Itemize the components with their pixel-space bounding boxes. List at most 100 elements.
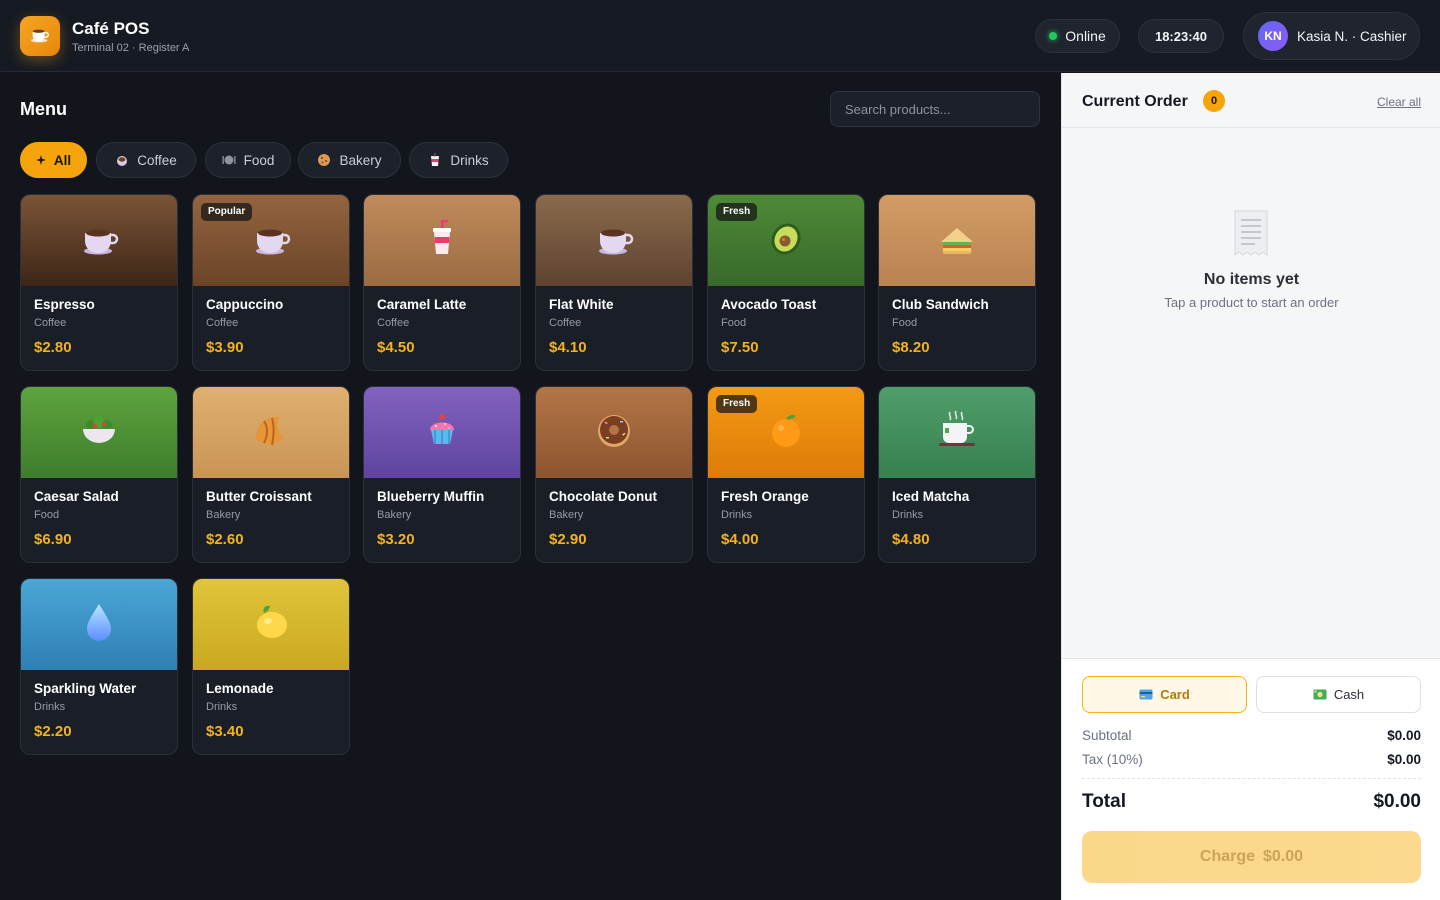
product-name: Club Sandwich bbox=[892, 297, 989, 312]
sparkle-icon bbox=[35, 155, 46, 165]
product-price: $3.90 bbox=[206, 339, 244, 356]
product-card-sparkling-water[interactable]: Sparkling Water Drinks $2.20 bbox=[20, 578, 178, 755]
cupcake-icon bbox=[422, 410, 462, 455]
category-coffee[interactable]: Coffee bbox=[96, 142, 196, 178]
total-label: Total bbox=[1082, 791, 1126, 812]
product-category: Food bbox=[34, 509, 60, 521]
category-drinks[interactable]: Drinks bbox=[409, 142, 508, 178]
product-name: Avocado Toast bbox=[721, 297, 817, 312]
product-price: $3.20 bbox=[377, 531, 415, 548]
product-card-iced-matcha[interactable]: Iced Matcha Drinks $4.80 bbox=[878, 386, 1036, 563]
product-name: Iced Matcha bbox=[892, 489, 970, 504]
charge-button[interactable]: Charge $0.00 bbox=[1082, 831, 1421, 883]
product-price: $4.80 bbox=[892, 531, 930, 548]
product-name: Butter Croissant bbox=[206, 489, 312, 504]
category-all[interactable]: All bbox=[20, 142, 87, 178]
product-card-blueberry-muffin[interactable]: Blueberry Muffin Bakery $3.20 bbox=[363, 386, 521, 563]
cash-icon bbox=[1313, 689, 1327, 700]
product-price: $2.20 bbox=[34, 723, 72, 740]
user-name: Kasia N. · Cashier bbox=[1297, 28, 1407, 44]
product-price: $3.40 bbox=[206, 723, 244, 740]
product-card-avocado-toast[interactable]: Fresh Avocado Toast Food $7.50 bbox=[707, 194, 865, 371]
order-count-badge: 0 bbox=[1203, 90, 1225, 112]
product-card-cappuccino[interactable]: Popular Cappuccino Coffee $3.90 bbox=[192, 194, 350, 371]
clear-all-button[interactable]: Clear all bbox=[1377, 95, 1421, 109]
receipt-icon bbox=[1231, 209, 1271, 262]
order-header: Current Order 0 Clear all bbox=[1062, 73, 1440, 128]
terminal-label: Terminal 02 · Register A bbox=[72, 42, 190, 54]
product-card-espresso[interactable]: Espresso Coffee $2.80 bbox=[20, 194, 178, 371]
product-card-club-sandwich[interactable]: Club Sandwich Food $8.20 bbox=[878, 194, 1036, 371]
empty-state-subtitle: Tap a product to start an order bbox=[1164, 295, 1339, 310]
plate-icon bbox=[222, 153, 236, 167]
product-name: Lemonade bbox=[206, 681, 274, 696]
order-summary: Card Cash Subtotal $0.00 Tax (10%) $0.00… bbox=[1062, 658, 1440, 900]
category-label: Bakery bbox=[339, 152, 382, 168]
product-price: $2.90 bbox=[549, 531, 587, 548]
donut-icon bbox=[594, 410, 634, 455]
top-bar: Café POS Terminal 02 · Register A Online… bbox=[0, 0, 1440, 72]
tea-cup-icon bbox=[935, 408, 979, 457]
product-price: $2.60 bbox=[206, 531, 244, 548]
category-food[interactable]: Food bbox=[205, 142, 291, 178]
product-card-caesar-salad[interactable]: Caesar Salad Food $6.90 bbox=[20, 386, 178, 563]
product-category: Coffee bbox=[34, 317, 67, 329]
online-dot-icon bbox=[1049, 32, 1058, 40]
lemon-icon bbox=[250, 601, 292, 648]
product-price: $4.00 bbox=[721, 531, 759, 548]
product-price: $8.20 bbox=[892, 339, 930, 356]
product-card-flat-white[interactable]: Flat White Coffee $4.10 bbox=[535, 194, 693, 371]
product-name: Chocolate Donut bbox=[549, 489, 657, 504]
tax-label: Tax (10%) bbox=[1082, 752, 1143, 767]
product-category: Coffee bbox=[549, 317, 582, 329]
water-drop-icon bbox=[79, 600, 119, 649]
product-category: Bakery bbox=[549, 509, 584, 521]
product-name: Fresh Orange bbox=[721, 489, 809, 504]
search-input[interactable] bbox=[830, 91, 1040, 127]
takeaway-cup-icon bbox=[422, 218, 462, 263]
salad-icon bbox=[78, 409, 120, 456]
orange-icon bbox=[766, 410, 806, 455]
coffee-cup-icon bbox=[594, 218, 634, 263]
category-label: Drinks bbox=[450, 152, 489, 168]
product-price: $2.80 bbox=[34, 339, 72, 356]
user-menu[interactable]: KN Kasia N. · Cashier bbox=[1243, 12, 1420, 60]
product-card-caramel-latte[interactable]: Caramel Latte Coffee $4.50 bbox=[363, 194, 521, 371]
app-title: Café POS bbox=[72, 19, 150, 38]
product-category: Bakery bbox=[377, 509, 412, 521]
credit-card-icon bbox=[1139, 689, 1153, 700]
coffee-cup-icon bbox=[79, 218, 119, 263]
order-panel: Current Order 0 Clear all No items yet T… bbox=[1061, 73, 1440, 900]
product-category: Drinks bbox=[206, 701, 238, 713]
category-label: Food bbox=[243, 152, 275, 168]
product-price: $7.50 bbox=[721, 339, 759, 356]
product-card-lemonade[interactable]: Lemonade Drinks $3.40 bbox=[192, 578, 350, 755]
category-label: All bbox=[53, 152, 72, 168]
category-label: Coffee bbox=[137, 152, 177, 168]
pay-cash-button[interactable]: Cash bbox=[1256, 676, 1421, 713]
sandwich-icon bbox=[937, 218, 977, 263]
tax-value: $0.00 bbox=[1387, 752, 1421, 767]
product-category: Food bbox=[721, 317, 747, 329]
product-category: Drinks bbox=[34, 701, 66, 713]
product-name: Flat White bbox=[549, 297, 614, 312]
product-card-butter-croissant[interactable]: Butter Croissant Bakery $2.60 bbox=[192, 386, 350, 563]
croissant-icon bbox=[250, 409, 292, 456]
product-price: $4.50 bbox=[377, 339, 415, 356]
fresh-badge: Fresh bbox=[716, 395, 758, 413]
category-bakery[interactable]: Bakery bbox=[298, 142, 401, 178]
pay-method-label: Cash bbox=[1333, 687, 1365, 702]
product-card-chocolate-donut[interactable]: Chocolate Donut Bakery $2.90 bbox=[535, 386, 693, 563]
app-logo bbox=[20, 16, 60, 56]
product-category: Coffee bbox=[206, 317, 239, 329]
product-card-fresh-orange[interactable]: Fresh Fresh Orange Drinks $4.00 bbox=[707, 386, 865, 563]
menu-title: Menu bbox=[20, 99, 67, 119]
charge-label: Charge bbox=[1199, 848, 1256, 865]
coffee-cup-icon bbox=[251, 218, 291, 263]
product-category: Drinks bbox=[721, 509, 753, 521]
pay-card-button[interactable]: Card bbox=[1082, 676, 1247, 713]
product-price: $6.90 bbox=[34, 531, 72, 548]
product-category: Coffee bbox=[377, 317, 410, 329]
charge-amount: $0.00 bbox=[1263, 848, 1304, 865]
order-title: Current Order bbox=[1082, 93, 1188, 110]
